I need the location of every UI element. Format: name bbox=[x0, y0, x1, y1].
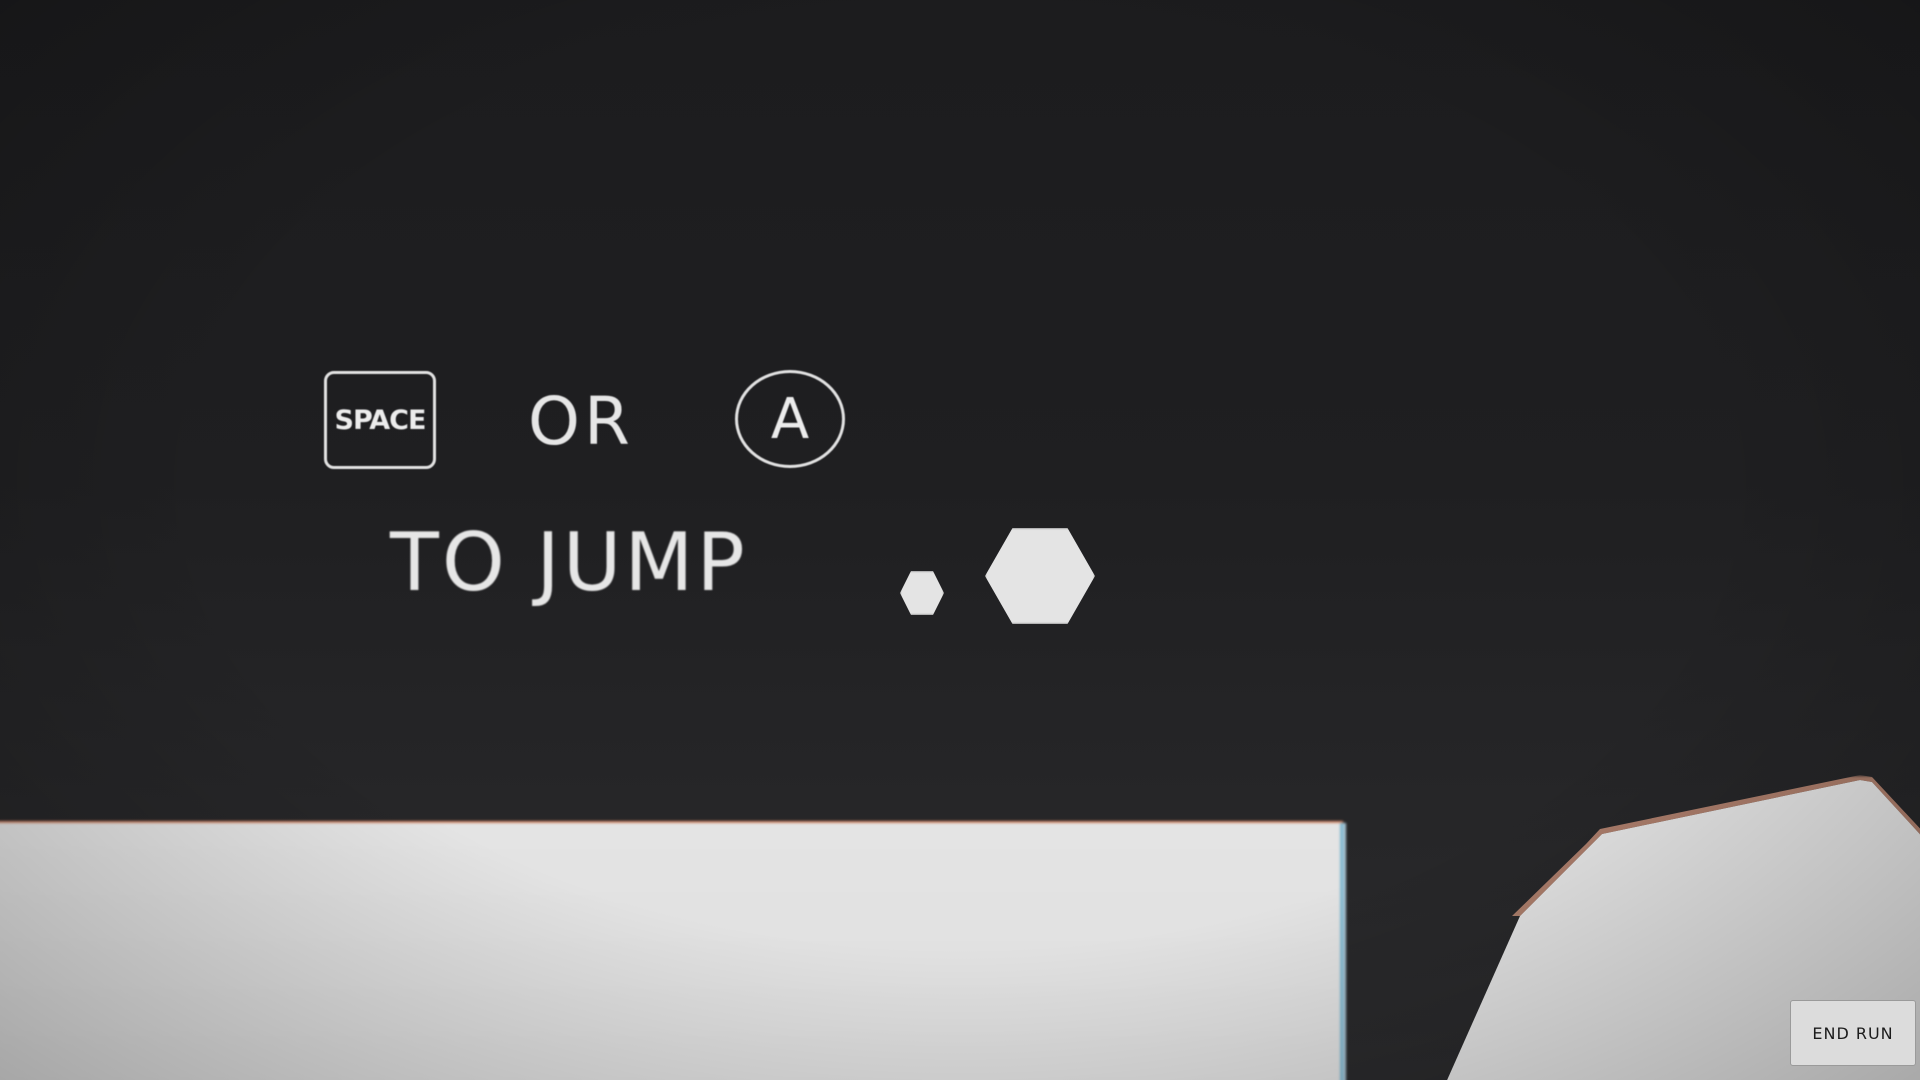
a-button-icon: A bbox=[735, 370, 845, 468]
space-key-icon: SPACE bbox=[324, 371, 436, 469]
small-hexagon-collectible bbox=[900, 571, 944, 615]
game-scene: SPACE OR A TO JUMP END RUN bbox=[0, 0, 1920, 1080]
a-button-label: A bbox=[770, 386, 810, 452]
end-run-button[interactable]: END RUN bbox=[1790, 1000, 1916, 1066]
space-key-label: SPACE bbox=[334, 404, 427, 436]
jump-instruction: TO JUMP bbox=[390, 516, 748, 609]
or-label: OR bbox=[528, 383, 634, 460]
end-run-label: END RUN bbox=[1812, 1023, 1894, 1043]
ground-platform-left bbox=[0, 823, 1343, 1080]
player-hexagon bbox=[985, 528, 1095, 624]
